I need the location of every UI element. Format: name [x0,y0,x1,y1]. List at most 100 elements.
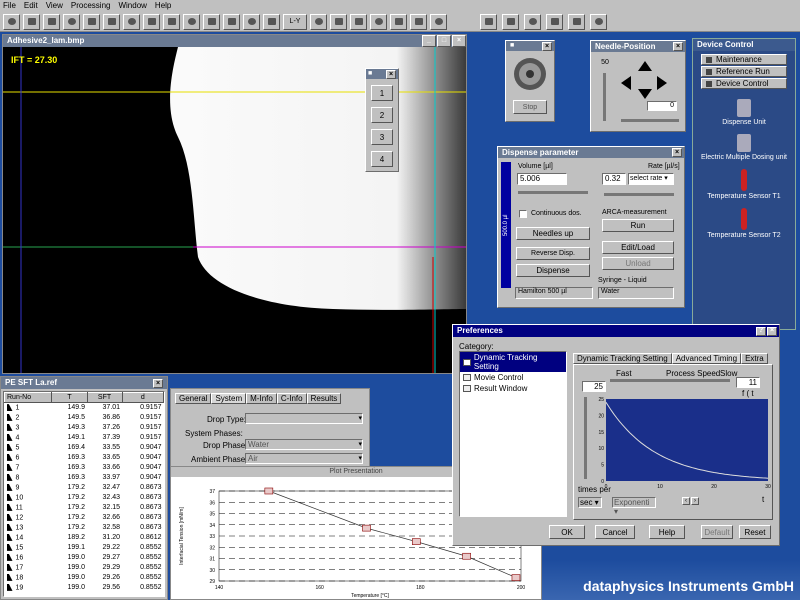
menu-help[interactable]: Help [155,0,171,12]
view4-icon[interactable] [546,13,563,30]
prefs-vertical-slider[interactable] [584,397,587,479]
tab-results[interactable]: Results [306,393,342,404]
pref-tab-0[interactable]: Dynamic Tracking Setting [573,353,672,364]
tree-item[interactable]: Movie Control [460,372,566,383]
left-value-input[interactable]: 25 [582,381,606,392]
table-row[interactable]: 8 169.3 33.97 0.9047 [5,473,164,483]
mini-panel-close-button[interactable]: × [386,69,396,79]
mini-button-3[interactable]: 3 [371,129,393,145]
preferences-close-button[interactable]: × [767,326,777,336]
maximize-button[interactable]: □ [437,35,451,47]
open-icon[interactable] [3,13,20,30]
rate-slider[interactable] [604,193,674,196]
help-button[interactable]: Help [649,525,685,539]
pref-tab-1[interactable]: Advanced Timing [671,353,742,364]
menu-edit[interactable]: Edit [24,0,38,12]
reverse-dispense-button[interactable]: Reverse Disp. [516,247,590,260]
square-icon[interactable] [310,13,327,30]
tree-item[interactable]: Dynamic Tracking Setting [460,352,566,372]
eye-icon[interactable] [163,13,180,30]
table-row[interactable]: 11 179.2 32.15 0.8673 [5,503,164,513]
tool-icon[interactable] [223,13,240,30]
table-row[interactable]: 12 179.2 32.66 0.8673 [5,513,164,523]
table-row[interactable]: 10 179.2 32.43 0.8673 [5,493,164,503]
paste-icon[interactable] [83,13,100,30]
area-icon[interactable] [203,13,220,30]
table-row[interactable]: 9 179.2 32.47 0.8673 [5,483,164,493]
results-close-button[interactable]: × [153,378,163,388]
volume-slider[interactable] [518,191,588,194]
view3-icon[interactable] [524,13,541,30]
menu-window[interactable]: Window [118,0,146,12]
run-button[interactable]: Run [602,219,674,232]
arrow-right-icon[interactable] [657,76,667,90]
copy-icon[interactable] [63,13,80,30]
mini-button-4[interactable]: 4 [371,151,393,167]
table-row[interactable]: 4 149.1 37.39 0.9157 [5,433,164,443]
help-icon[interactable] [410,13,427,30]
menu-processing[interactable]: Processing [71,0,111,12]
default-button[interactable]: Default [701,525,733,539]
table-row[interactable]: 3 149.3 37.26 0.9157 [5,423,164,433]
unit-select[interactable]: sec ▾ [578,497,602,508]
continuous-checkbox[interactable] [519,210,527,218]
arrow-left-icon[interactable] [621,76,631,90]
tab-system[interactable]: System [211,393,247,404]
ok-button[interactable]: OK [549,525,585,539]
view1-icon[interactable] [480,13,497,30]
needle-vertical-slider[interactable] [603,73,606,121]
view6-icon[interactable] [590,13,607,30]
table-row[interactable]: 13 179.2 32.58 0.8673 [5,523,164,533]
table-row[interactable]: 18 199.0 29.26 0.8552 [5,573,164,583]
cut-icon[interactable] [43,13,60,30]
line-icon[interactable] [183,13,200,30]
redo-icon[interactable] [123,13,140,30]
curve-select[interactable]: Exponenti ▾ [612,497,656,516]
table-row[interactable]: 1 149.9 37.01 0.9157 [5,403,164,413]
scroll-left-button[interactable]: ‹ [682,497,690,505]
drop-type-select[interactable]: ▾ [245,413,363,424]
device-control-button-0[interactable]: Maintenance [701,54,787,65]
help-icon[interactable]: ? [756,326,766,336]
needle-panel-close-button[interactable]: × [673,42,683,51]
column-header[interactable]: Run-No [4,392,53,403]
mini-button-2[interactable]: 2 [371,107,393,123]
column-header[interactable]: T [51,392,88,403]
view5-icon[interactable] [568,13,585,30]
rate-select[interactable]: select rate ▾ [628,173,674,185]
minus-icon[interactable] [330,13,347,30]
gear2-icon[interactable] [390,13,407,30]
speed-slider[interactable] [610,379,730,382]
unload-button[interactable]: Unload [602,257,674,270]
edit-load-button[interactable]: Edit/Load [602,241,674,254]
mini-button-1[interactable]: 1 [371,85,393,101]
right-value-input[interactable]: 11 [736,377,760,388]
table-row[interactable]: 15 199.1 29.22 0.8552 [5,543,164,553]
device-item-1[interactable]: Electric Multiple Dosing unit [693,134,795,161]
rate-input[interactable]: 0.32 [602,173,626,185]
close-button[interactable]: × [452,35,466,47]
hatch-icon[interactable] [350,13,367,30]
menu-view[interactable]: View [46,0,63,12]
table-row[interactable]: 19 199.0 29.56 0.8552 [5,583,164,593]
ly-button[interactable]: L-Y [283,13,307,30]
view2-icon[interactable] [502,13,519,30]
arrow-up-icon[interactable] [638,61,652,71]
tab-cinfo[interactable]: C-Info [276,393,307,404]
lamp-icon[interactable] [430,13,447,30]
column-header[interactable]: SFT [86,392,123,403]
gear-icon[interactable] [370,13,387,30]
menu-file[interactable]: File [3,0,16,12]
needle-horizontal-slider[interactable] [621,119,679,122]
column-header[interactable]: d [121,392,164,403]
table-row[interactable]: 2 149.5 36.86 0.9157 [5,413,164,423]
scroll-right-button[interactable]: › [691,497,699,505]
minimize-button[interactable]: _ [422,35,436,47]
cancel-button[interactable]: Cancel [595,525,635,539]
arrow-down-icon[interactable] [638,89,652,99]
volume-input[interactable]: 5.006 [517,173,567,185]
device-item-2[interactable]: Temperature Sensor T1 [693,169,795,200]
table-row[interactable]: 16 199.0 29.27 0.8552 [5,553,164,563]
tab-minfo[interactable]: M-Info [246,393,277,404]
device-item-3[interactable]: Temperature Sensor T2 [693,208,795,239]
